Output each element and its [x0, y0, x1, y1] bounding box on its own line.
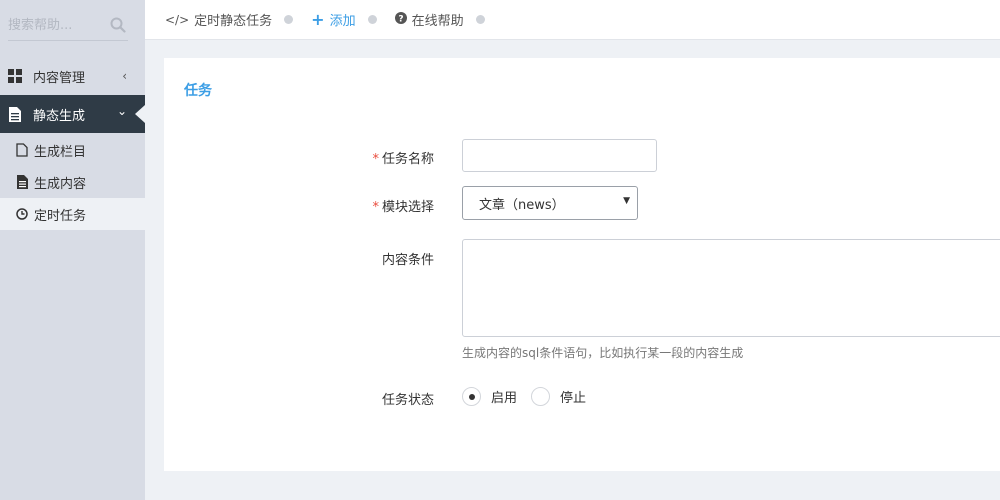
task-name-input[interactable]	[462, 139, 657, 172]
required-mark: *	[372, 200, 379, 215]
dropdown-arrow-icon: ▼	[623, 196, 630, 206]
radio-selected-dot	[468, 393, 475, 400]
status-stopped-radio[interactable]	[531, 387, 551, 406]
module-select[interactable]: 文章（news） ▼	[462, 186, 638, 220]
code-icon: </>	[165, 12, 190, 27]
submenu-item-label: 定时任务	[34, 208, 87, 224]
content-condition-label: 内容条件	[381, 253, 434, 268]
module-select-label: * 模块选择	[314, 196, 434, 215]
required-mark: *	[372, 152, 379, 167]
status-enabled-radio[interactable]	[462, 387, 481, 406]
menu-item-label: 内容管理	[33, 70, 86, 86]
menu-item-label: 静态生成	[33, 108, 86, 124]
content-condition-textarea[interactable]	[462, 239, 1000, 337]
svg-text:?: ?	[398, 15, 403, 25]
status-enabled-label[interactable]: 启用	[491, 387, 517, 406]
submenu-item-label: 生成栏目	[34, 144, 87, 160]
breadcrumb-scheduled-static-task[interactable]: </> 定时静态任务	[165, 10, 273, 30]
add-label: 添加	[329, 14, 356, 29]
online-help-link[interactable]: ? 在线帮助	[394, 10, 464, 29]
chevron-down-icon: ⌄	[116, 104, 127, 118]
search-box	[8, 13, 128, 41]
task-status-radio-group: 启用 停止	[462, 387, 600, 406]
module-select-value: 文章（news）	[479, 197, 565, 213]
sidebar: 内容管理 ‹ 静态生成 ⌄ 生成栏目 生成内容 定时任务	[0, 0, 145, 500]
search-input[interactable]	[8, 13, 104, 37]
separator-dot	[367, 15, 377, 24]
submenu-item-scheduled-tasks[interactable]: 定时任务	[0, 198, 145, 230]
task-name-label: * 任务名称	[314, 148, 434, 167]
document-icon	[7, 106, 23, 122]
module-select-label-text: 模块选择	[381, 200, 434, 215]
clock-icon	[16, 207, 28, 221]
file-text-icon	[16, 175, 28, 189]
chevron-left-icon: ‹	[122, 69, 127, 83]
status-stopped-label[interactable]: 停止	[560, 387, 586, 406]
search-icon[interactable]	[110, 17, 126, 33]
task-status-label: 任务状态	[381, 393, 434, 408]
submenu-item-generate-content[interactable]: 生成内容	[0, 166, 145, 198]
content-condition-help: 生成内容的sql条件语句，比如执行某一段的内容生成	[462, 346, 744, 360]
grid-icon	[7, 68, 23, 84]
plus-icon: +	[311, 10, 325, 29]
file-outline-icon	[16, 143, 28, 157]
panel-title: 任务	[184, 83, 212, 99]
task-name-label-text: 任务名称	[381, 152, 434, 167]
task-form-panel: 任务 * 任务名称 * 模块选择 文章（news） ▼ 内容条件 生成内容的sql条…	[164, 58, 1000, 471]
submenu-item-label: 生成内容	[34, 176, 87, 192]
menu-item-content-management[interactable]: 内容管理 ‹	[0, 57, 145, 95]
add-button[interactable]: + 添加	[311, 10, 355, 29]
top-breadcrumb-bar: </> 定时静态任务 + 添加 ? 在线帮助	[145, 0, 1000, 40]
separator-dot	[284, 15, 294, 24]
separator-dot	[475, 15, 485, 24]
menu-item-static-generation[interactable]: 静态生成 ⌄	[0, 95, 145, 133]
submenu-item-generate-columns[interactable]: 生成栏目	[0, 134, 145, 166]
question-circle-icon: ?	[394, 12, 407, 27]
online-help-label: 在线帮助	[411, 14, 464, 29]
breadcrumb-label: 定时静态任务	[194, 14, 273, 29]
